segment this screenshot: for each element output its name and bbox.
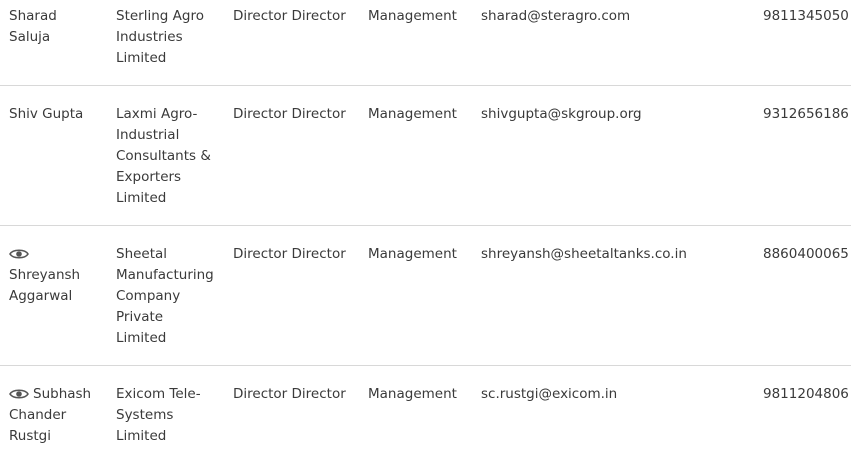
company-line: Exporters: [116, 169, 182, 185]
company-name: Sheetal Manufacturing Company Private Li…: [116, 244, 226, 349]
name-line: Shreyansh: [9, 267, 81, 283]
table-row: Sharad Saluja Sterling Agro Industries L…: [0, 0, 851, 86]
email-link[interactable]: sc.rustgi@exicom.in: [481, 384, 751, 405]
company-line: Sterling Agro: [116, 8, 204, 24]
company-name: Sterling Agro Industries Limited: [116, 6, 226, 69]
name-line-with-icon: Subhash: [9, 384, 109, 405]
name-line: Chander: [9, 407, 67, 423]
designation: Director Director: [233, 386, 346, 402]
contacts-table: Sharad Saluja Sterling Agro Industries L…: [0, 0, 851, 466]
company-line: Sheetal: [116, 246, 168, 262]
company-line: Laxmi Agro-: [116, 106, 198, 122]
email-link[interactable]: sharad@steragro.com: [481, 6, 751, 27]
table-row: Subhash Chander Rustgi Exicom Tele- Syst…: [0, 366, 851, 466]
contact-name[interactable]: Sharad Saluja: [9, 6, 109, 48]
eye-wrapper: [9, 244, 109, 265]
company-line: Limited: [116, 50, 167, 66]
company-line: Consultants &: [116, 148, 211, 164]
company-line: Systems: [116, 407, 174, 423]
department: Management: [368, 8, 457, 24]
eye-icon[interactable]: [9, 247, 29, 261]
company-line: Industries: [116, 29, 183, 45]
name-line: Sharad: [9, 8, 57, 24]
contact-name[interactable]: Subhash Chander Rustgi: [9, 384, 109, 447]
name-line: Rustgi: [9, 428, 51, 444]
name-line: Saluja: [9, 29, 51, 45]
company-line: Private: [116, 309, 164, 325]
company-line: Limited: [116, 190, 167, 206]
contact-name[interactable]: Shiv Gupta: [9, 104, 109, 125]
eye-icon[interactable]: [9, 387, 29, 401]
company-line: Manufacturing: [116, 267, 214, 283]
name-line: Shiv Gupta: [9, 106, 84, 122]
contact-name[interactable]: Shreyansh Aggarwal: [9, 244, 109, 307]
company-line: Company: [116, 288, 181, 304]
email-link[interactable]: shreyansh@sheetaltanks.co.in: [481, 244, 751, 265]
company-line: Industrial: [116, 127, 180, 143]
company-line: Limited: [116, 330, 167, 346]
phone-number: 8860400065: [763, 246, 849, 262]
company-name: Laxmi Agro- Industrial Consultants & Exp…: [116, 104, 226, 209]
phone-number: 9312656186: [763, 106, 849, 122]
department: Management: [368, 106, 457, 122]
company-line: Exicom Tele-: [116, 386, 201, 402]
phone-number: 9811345050: [763, 8, 849, 24]
designation: Director Director: [233, 8, 346, 24]
name-line: Aggarwal: [9, 288, 73, 304]
phone-number: 9811204806: [763, 386, 849, 402]
department: Management: [368, 386, 457, 402]
company-line: Limited: [116, 428, 167, 444]
email-link[interactable]: shivgupta@skgroup.org: [481, 104, 751, 125]
designation: Director Director: [233, 246, 346, 262]
department: Management: [368, 246, 457, 262]
designation: Director Director: [233, 106, 346, 122]
company-name: Exicom Tele- Systems Limited: [116, 384, 226, 447]
table-row: Shreyansh Aggarwal Sheetal Manufacturing…: [0, 226, 851, 366]
table-row: Shiv Gupta Laxmi Agro- Industrial Consul…: [0, 86, 851, 226]
name-line: Subhash: [33, 386, 92, 402]
